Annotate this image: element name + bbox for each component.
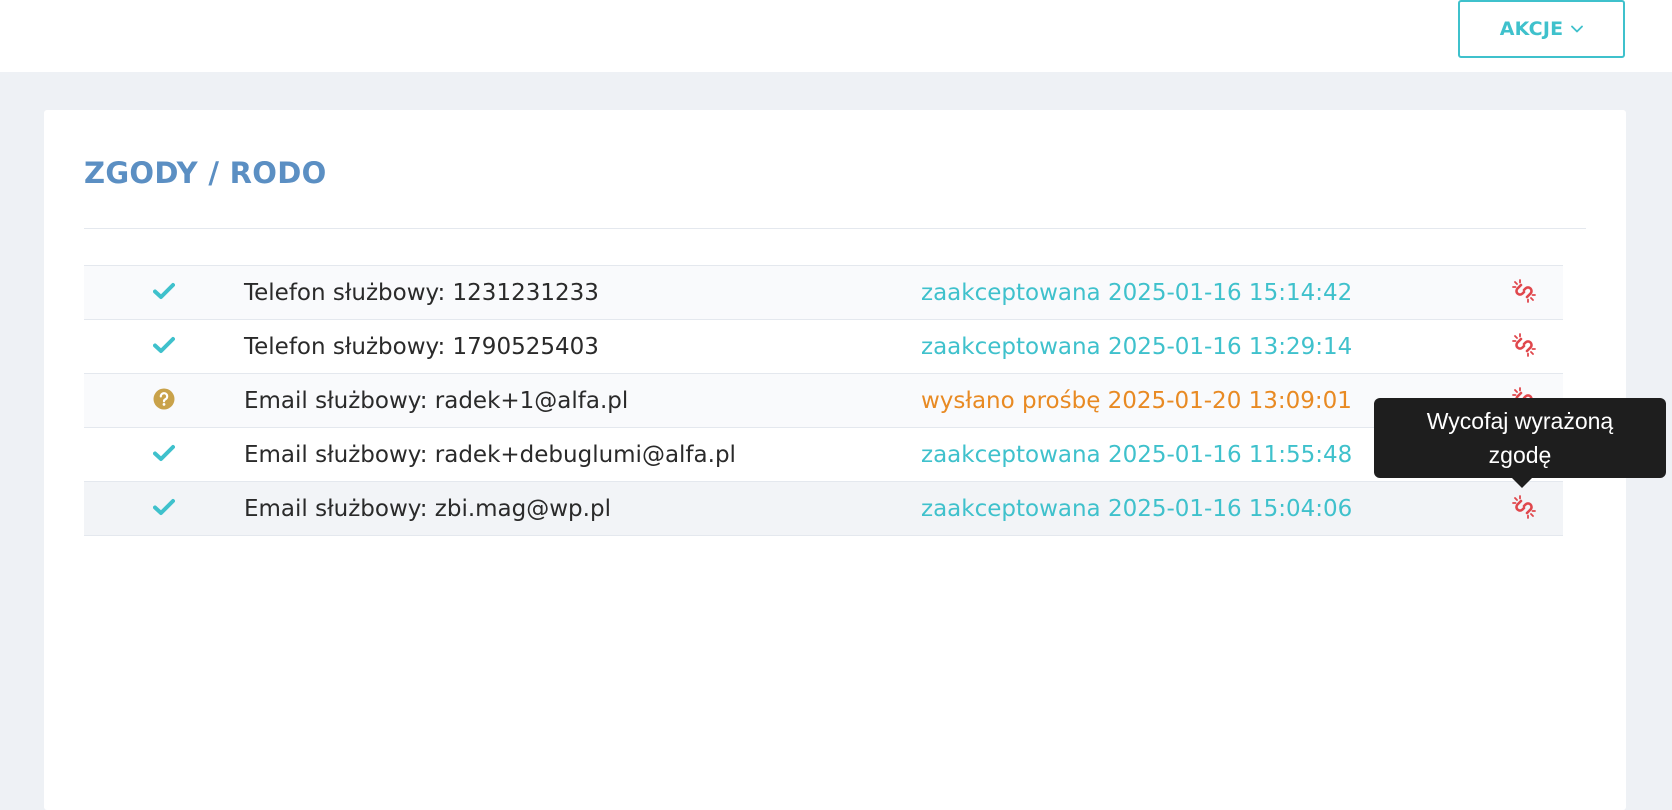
withdraw-consent-tooltip: Wycofaj wyrażoną zgodę (1374, 398, 1666, 488)
consents-table: Telefon służbowy: 1231231233 zaakceptowa… (84, 265, 1563, 536)
check-icon (153, 336, 175, 358)
consent-label: Telefon służbowy: 1790525403 (244, 333, 599, 360)
consent-label: Email służbowy: radek+debuglumi@alfa.pl (244, 441, 736, 468)
consent-row: Telefon służbowy: 1231231233 zaakceptowa… (84, 265, 1563, 320)
tooltip-line: zgodę (1488, 442, 1552, 468)
tooltip-line: Wycofaj wyrażoną (1426, 408, 1614, 434)
actions-dropdown-button[interactable]: AKCJE (1458, 0, 1625, 58)
check-icon (153, 282, 175, 304)
unlink-icon[interactable] (1511, 332, 1537, 362)
chevron-down-icon (1571, 25, 1584, 33)
unlink-icon[interactable] (1511, 278, 1537, 308)
unlink-icon[interactable] (1511, 494, 1537, 524)
actions-button-label: AKCJE (1499, 18, 1564, 40)
consent-label: Email służbowy: radek+1@alfa.pl (244, 387, 629, 414)
consent-label: Telefon służbowy: 1231231233 (244, 279, 599, 306)
section-title: ZGODY / RODO (84, 156, 327, 190)
check-icon (153, 444, 175, 466)
consent-status: zaakceptowana 2025-01-16 15:14:42 (921, 279, 1353, 306)
consent-status: zaakceptowana 2025-01-16 13:29:14 (921, 333, 1353, 360)
consent-row: Email służbowy: radek+1@alfa.pl wysłano … (84, 373, 1563, 428)
consent-row: Email służbowy: zbi.mag@wp.pl zaakceptow… (84, 481, 1563, 536)
top-bar: AKCJE (0, 0, 1672, 72)
check-icon (153, 498, 175, 520)
consent-status: zaakceptowana 2025-01-16 15:04:06 (921, 495, 1353, 522)
consent-label: Email służbowy: zbi.mag@wp.pl (244, 495, 611, 522)
question-circle-icon (153, 388, 175, 414)
consent-row: Telefon służbowy: 1790525403 zaakceptowa… (84, 319, 1563, 374)
consent-row: Email służbowy: radek+debuglumi@alfa.pl … (84, 427, 1563, 482)
title-divider (84, 228, 1586, 229)
